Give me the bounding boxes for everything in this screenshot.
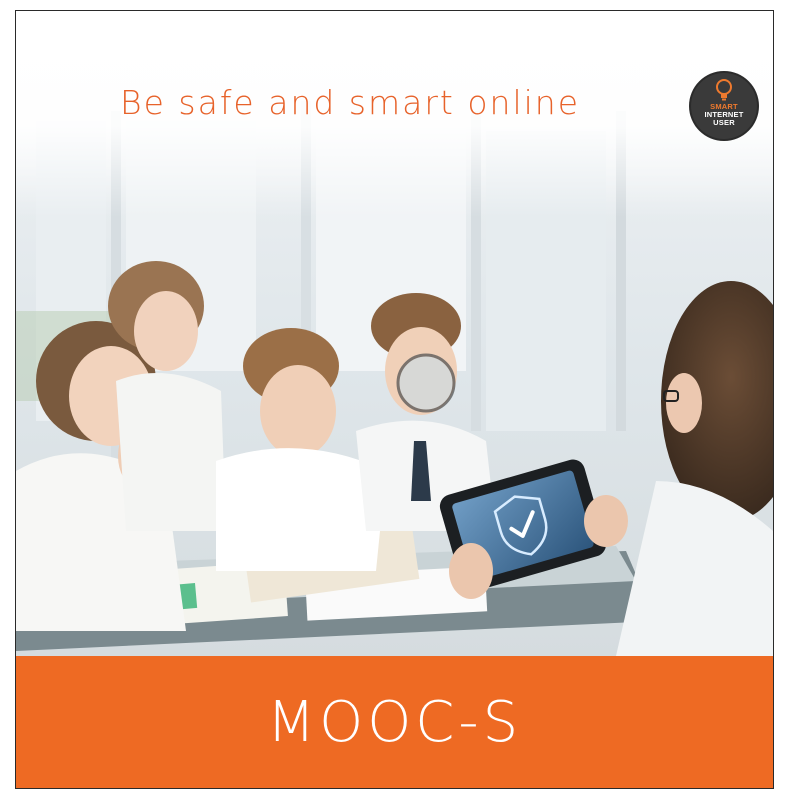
badge-line-3: USER — [713, 118, 735, 127]
brand-name: MOOC-S — [266, 690, 523, 755]
cover-photo: Be safe and smart online SMART INTERNET … — [16, 11, 773, 656]
headline: Be safe and smart online — [120, 83, 581, 122]
brand-footer: MOOC-S — [16, 656, 773, 788]
brochure-cover: Be safe and smart online SMART INTERNET … — [0, 0, 789, 799]
smart-internet-user-badge: SMART INTERNET USER — [691, 73, 757, 139]
cover-frame: Be safe and smart online SMART INTERNET … — [15, 10, 774, 789]
lightbulb-icon — [716, 79, 732, 101]
